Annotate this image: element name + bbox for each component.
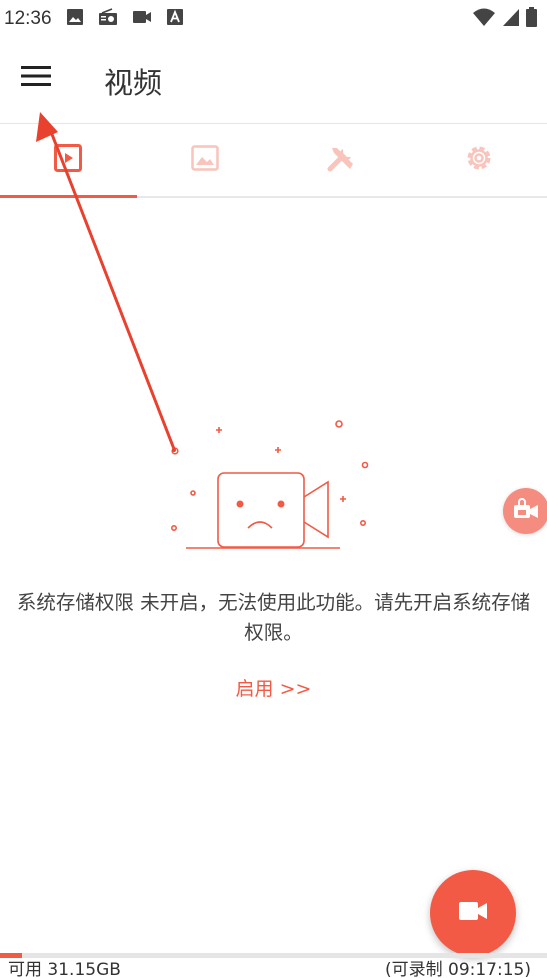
available-storage: 可用 31.15GB bbox=[8, 960, 121, 978]
enable-permission-link[interactable]: 启用 >> bbox=[0, 674, 547, 701]
permission-message: 系统存储权限 未开启，无法使用此功能。请先开启系统存储权限。 bbox=[16, 591, 531, 644]
tab-videos[interactable] bbox=[0, 124, 137, 198]
status-time: 12:36 bbox=[4, 8, 52, 29]
menu-button[interactable] bbox=[14, 56, 58, 100]
wifi-icon bbox=[472, 7, 496, 31]
storage-footer: 可用 31.15GB (可录制 09:17:15) bbox=[0, 958, 547, 978]
image-icon bbox=[190, 143, 220, 177]
record-time-remaining: (可录制 09:17:15) bbox=[384, 960, 531, 978]
image-icon bbox=[66, 8, 84, 30]
app-bar: 视频 bbox=[0, 38, 547, 124]
tab-tools[interactable] bbox=[274, 124, 411, 196]
radio-icon bbox=[98, 8, 118, 30]
camera-lock-icon bbox=[511, 497, 541, 525]
sad-camera-illustration bbox=[160, 410, 390, 560]
hamburger-icon bbox=[21, 65, 51, 91]
gear-icon bbox=[463, 142, 495, 178]
video-icon bbox=[132, 9, 152, 29]
font-icon bbox=[166, 8, 184, 30]
battery-icon bbox=[526, 7, 537, 31]
video-square-icon bbox=[53, 143, 83, 177]
signal-icon bbox=[502, 7, 520, 31]
tab-images[interactable] bbox=[137, 124, 274, 196]
status-bar: 12:36 bbox=[0, 0, 547, 38]
page-title: 视频 bbox=[104, 66, 163, 100]
tab-settings[interactable] bbox=[410, 124, 547, 196]
video-camera-icon bbox=[458, 900, 488, 926]
tools-icon bbox=[326, 142, 358, 178]
tab-bar bbox=[0, 124, 547, 198]
floating-record-button[interactable] bbox=[503, 488, 547, 534]
record-button[interactable] bbox=[430, 870, 516, 956]
